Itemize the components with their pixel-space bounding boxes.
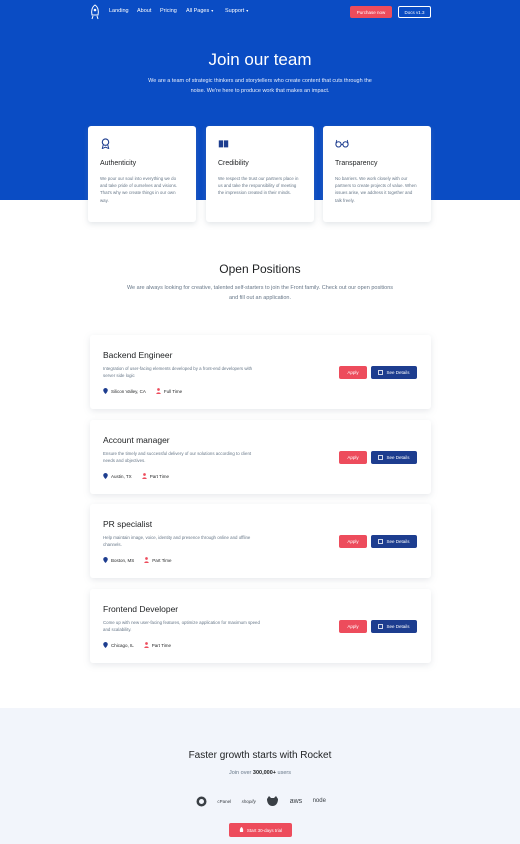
cta-subtitle: Join over 300,000+ users bbox=[0, 770, 520, 776]
value-text: We respect the trust our partners place … bbox=[218, 176, 299, 196]
job-card-frontend-developer: Frontend Developer Come up with new user… bbox=[90, 589, 431, 663]
chevron-down-icon: ▾ bbox=[246, 8, 249, 13]
user-icon bbox=[144, 557, 150, 563]
value-card-credibility: Credibility We respect the trust our par… bbox=[206, 126, 314, 222]
value-card-authenticity: Authenticity We pour our soul into every… bbox=[88, 126, 196, 222]
nav-link-support[interactable]: Support ▾ bbox=[225, 8, 248, 14]
job-type: Full Time bbox=[163, 388, 183, 394]
job-location: Chicago, IL bbox=[111, 642, 134, 648]
see-details-button[interactable]: See Details bbox=[371, 366, 417, 379]
job-card-account-manager: Account manager Ensure the timely and su… bbox=[90, 420, 431, 494]
shopify-logo: shopify bbox=[241, 798, 256, 804]
job-meta: Silicon Valley, CA Full Time bbox=[103, 388, 182, 394]
see-details-label: See Details bbox=[386, 539, 410, 544]
job-description: Help maintain image, voice, identity and… bbox=[103, 535, 251, 547]
see-details-button[interactable]: See Details bbox=[371, 620, 417, 633]
job-meta: Boston, MS Part Time bbox=[103, 557, 172, 563]
docs-button[interactable]: Docs v1.3 bbox=[398, 6, 431, 18]
glasses-icon bbox=[335, 139, 349, 148]
cta-title: Faster growth starts with Rocket bbox=[188, 750, 332, 761]
nav-link-all-pages[interactable]: All Pages ▾ bbox=[186, 8, 213, 14]
hero-subtitle: We are a team of strategic thinkers and … bbox=[148, 78, 372, 94]
brand-logos: cPanel shopify aws node bbox=[196, 792, 326, 810]
section-subtitle: We are always looking for creative, tale… bbox=[126, 285, 394, 301]
job-location: Silicon Valley, CA bbox=[111, 388, 146, 394]
badge-icon bbox=[101, 138, 110, 150]
job-card-backend-engineer: Backend Engineer Integration of user-fac… bbox=[90, 335, 431, 409]
rocket-icon bbox=[239, 827, 244, 832]
document-icon bbox=[378, 624, 384, 629]
map-pin-icon bbox=[103, 557, 108, 563]
rocket-logo-icon[interactable] bbox=[88, 4, 102, 20]
book-icon bbox=[218, 140, 229, 148]
job-description: Come up with new user-facing features, o… bbox=[103, 620, 260, 632]
top-nav: Landing About Pricing All Pages ▾ Support… bbox=[0, 0, 520, 24]
cpanel-logo: cPanel bbox=[217, 798, 232, 804]
job-type: Part Time bbox=[149, 473, 169, 479]
nav-link-landing[interactable]: Landing bbox=[109, 8, 129, 14]
aws-logo: aws bbox=[289, 797, 303, 805]
document-icon bbox=[378, 370, 384, 375]
job-description: Integration of user-facing elements deve… bbox=[103, 366, 253, 378]
value-title: Authenticity bbox=[100, 160, 137, 167]
job-title: PR specialist bbox=[103, 519, 153, 529]
see-details-button[interactable]: See Details bbox=[371, 451, 417, 464]
user-icon bbox=[156, 388, 161, 394]
apply-button[interactable]: Apply bbox=[339, 535, 367, 548]
node-logo: node bbox=[312, 798, 326, 804]
job-meta: Chicago, IL Part Time bbox=[103, 642, 171, 648]
job-type: Part Time bbox=[152, 557, 172, 563]
value-title: Credibility bbox=[218, 160, 249, 167]
job-title: Frontend Developer bbox=[103, 604, 179, 614]
see-details-label: See Details bbox=[386, 455, 410, 460]
github-logo-icon bbox=[267, 795, 279, 806]
nav-link-about[interactable]: About bbox=[137, 8, 151, 14]
mailchimp-logo-icon bbox=[196, 796, 207, 806]
value-text: We pour our soul into everything we do a… bbox=[100, 176, 178, 203]
see-details-label: See Details bbox=[386, 370, 410, 375]
see-details-button[interactable]: See Details bbox=[371, 535, 417, 548]
job-type: Part Time bbox=[151, 642, 172, 648]
cta-sub-prefix: Join over bbox=[229, 770, 252, 776]
job-card-pr-specialist: PR specialist Help maintain image, voice… bbox=[90, 504, 431, 578]
section-title: Open Positions bbox=[219, 262, 301, 276]
page-title: Join our team bbox=[208, 50, 312, 69]
value-card-transparency: Transparency No barriers. We work closel… bbox=[323, 126, 431, 222]
chevron-down-icon: ▾ bbox=[211, 8, 214, 13]
value-text: No barriers. We work closely with our pa… bbox=[335, 176, 417, 203]
see-details-label: See Details bbox=[386, 624, 410, 629]
nav-link-support-label: Support bbox=[225, 8, 245, 14]
job-title: Account manager bbox=[103, 435, 170, 445]
user-icon bbox=[144, 642, 149, 648]
job-meta: Austin, TX Part Time bbox=[103, 473, 169, 479]
apply-button[interactable]: Apply bbox=[339, 366, 367, 379]
apply-button[interactable]: Apply bbox=[339, 620, 367, 633]
purchase-now-button[interactable]: Purchase now bbox=[350, 6, 392, 18]
nav-link-pricing[interactable]: Pricing bbox=[160, 8, 177, 14]
value-title: Transparency bbox=[335, 160, 378, 167]
job-location: Austin, TX bbox=[111, 473, 132, 479]
map-pin-icon bbox=[103, 473, 108, 479]
document-icon bbox=[378, 455, 384, 460]
cta-user-count: 300,000+ bbox=[252, 770, 276, 776]
cta-sub-suffix: users bbox=[277, 770, 291, 776]
map-pin-icon bbox=[103, 642, 108, 648]
job-title: Backend Engineer bbox=[103, 350, 173, 360]
document-icon bbox=[378, 539, 384, 544]
map-pin-icon bbox=[103, 388, 108, 394]
apply-button[interactable]: Apply bbox=[339, 451, 367, 464]
start-trial-label: Start 30-days trial bbox=[246, 827, 283, 833]
nav-link-all-pages-label: All Pages bbox=[186, 8, 210, 14]
job-location: Boston, MS bbox=[111, 557, 135, 563]
job-description: Ensure the timely and successful deliver… bbox=[103, 451, 252, 463]
start-trial-button[interactable]: Start 30-days trial bbox=[229, 823, 292, 837]
user-icon bbox=[141, 473, 147, 479]
